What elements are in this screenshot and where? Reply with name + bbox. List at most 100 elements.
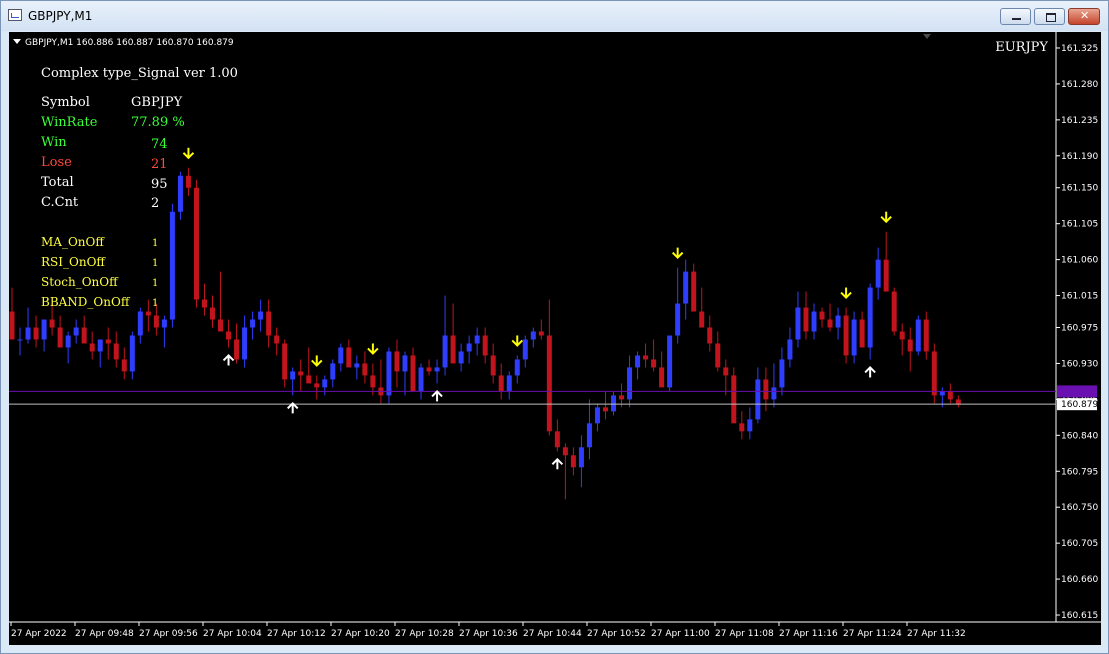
candle-body [771,387,777,400]
price-tick-label: 160.660 [1061,575,1098,585]
price-tick-label: 160.795 [1061,467,1098,477]
candle-body [602,407,608,412]
candle-body [939,391,945,396]
time-tick-label: 27 Apr 10:28 [395,629,454,639]
chart-info-label: GBPJPY,M1 160.886 160.887 160.870 160.87… [25,38,234,48]
candle-body [210,307,215,320]
switch-label-rsi: RSI_OnOff [41,255,106,269]
candle-body [723,367,729,376]
time-tick-label: 27 Apr 11:24 [843,629,902,639]
candle-body [474,335,480,344]
candle-body [803,307,809,332]
candle-body [594,407,600,424]
candle-body [218,319,224,332]
price-tick-label: 161.235 [1061,116,1098,126]
candle-body [73,327,79,336]
sell-arrow-icon [182,147,195,160]
candle-body [450,335,456,364]
candle-body [611,395,616,412]
price-tick-label: 160.705 [1061,539,1098,549]
symbol-label: EURJPY [995,40,1048,55]
candle-body [643,355,649,360]
price-tick-label: 160.975 [1061,324,1098,334]
candle-body [562,447,568,456]
chart-menu-triangle-icon[interactable] [13,39,21,44]
stat-label-ccnt: C.Cnt [41,195,79,210]
candle-body [859,319,865,348]
candle-body [458,351,464,364]
time-tick-label: 27 Apr 10:52 [587,629,646,639]
candle-body [899,331,905,340]
switch-value-rsi: 1 [152,258,158,269]
candle-body [819,311,825,320]
candle-body [137,311,143,336]
candle-body [659,367,665,388]
candle-body [426,367,432,372]
price-axis: 161.325 161.280 161.235 161.190 161.150 161.1… [1056,44,1098,621]
maximize-button[interactable] [1034,8,1065,25]
price-tick-label: 161.105 [1061,220,1098,230]
price-tick-label: 161.325 [1061,44,1098,54]
signals-layer [182,147,892,470]
buy-arrow-icon [222,354,235,366]
candle-body [955,399,961,405]
stat-label-lose: Lose [41,155,72,170]
chart-window: GBPJPY,M1 GBPJPY,M1 160.886 160.887 160.… [0,0,1109,654]
candle-body [105,339,111,344]
candle-body [875,259,881,288]
price-tick-label: 160.615 [1061,611,1098,621]
switch-value-stoch: 1 [152,278,158,289]
candle-body [490,355,496,376]
candle-body [466,343,472,352]
candle-body [65,335,71,348]
switch-value-ma: 1 [152,238,158,249]
candle-body [41,319,47,340]
panel-stats: Symbol GBPJPY WinRate 77.89 % Win 74 Los… [41,95,185,211]
candle-body [434,367,440,372]
candle-body [97,339,103,352]
title-bar[interactable]: GBPJPY,M1 [1,1,1108,31]
price-tick-label: 161.150 [1061,184,1098,194]
close-button[interactable] [1068,8,1100,25]
candle-body [338,347,344,364]
candle-body [747,419,753,432]
candle-body [506,375,512,392]
candle-body [570,455,576,468]
shift-marker-icon[interactable] [923,34,931,39]
candlestick-chart[interactable]: GBPJPY,M1 160.886 160.887 160.870 160.87… [9,32,1101,645]
candle-body [25,327,31,340]
candle-body [354,363,360,368]
candle-body [827,319,833,328]
stat-value-symbol: GBPJPY [131,95,183,110]
candle-body [619,395,625,400]
sell-arrow-icon [511,335,523,347]
time-tick-label: 27 Apr 10:44 [523,629,582,639]
candle-body [322,379,328,388]
minimize-button[interactable] [1000,8,1031,25]
stat-label-winrate: WinRate [41,115,98,130]
time-tick-label: 27 Apr 10:20 [331,629,390,639]
candle-body [226,331,232,340]
candle-body [554,431,560,448]
price-tick-label: 161.060 [1061,256,1098,266]
candle-body [699,311,705,328]
candle-body [89,343,95,352]
candle-body [177,175,183,212]
candle-body [193,187,199,300]
candle-body [370,375,376,388]
candle-body [113,343,119,360]
candle-body [49,319,55,328]
candle-body [386,351,392,396]
candle-body [651,359,657,368]
candle-body [915,319,921,352]
candle-body [410,355,416,392]
candle-body [161,319,167,328]
switch-label-ma: MA_OnOff [41,235,105,249]
chart-area[interactable]: GBPJPY,M1 160.886 160.887 160.870 160.87… [9,32,1101,645]
panel-switches: MA_OnOff 1 RSI_OnOff 1 Stoch_OnOff 1 BBA… [41,235,158,309]
candle-body [498,375,504,392]
candle-body [346,347,352,368]
candle-body [250,319,256,328]
candle-body [707,327,713,344]
stat-label-win: Win [41,135,67,150]
